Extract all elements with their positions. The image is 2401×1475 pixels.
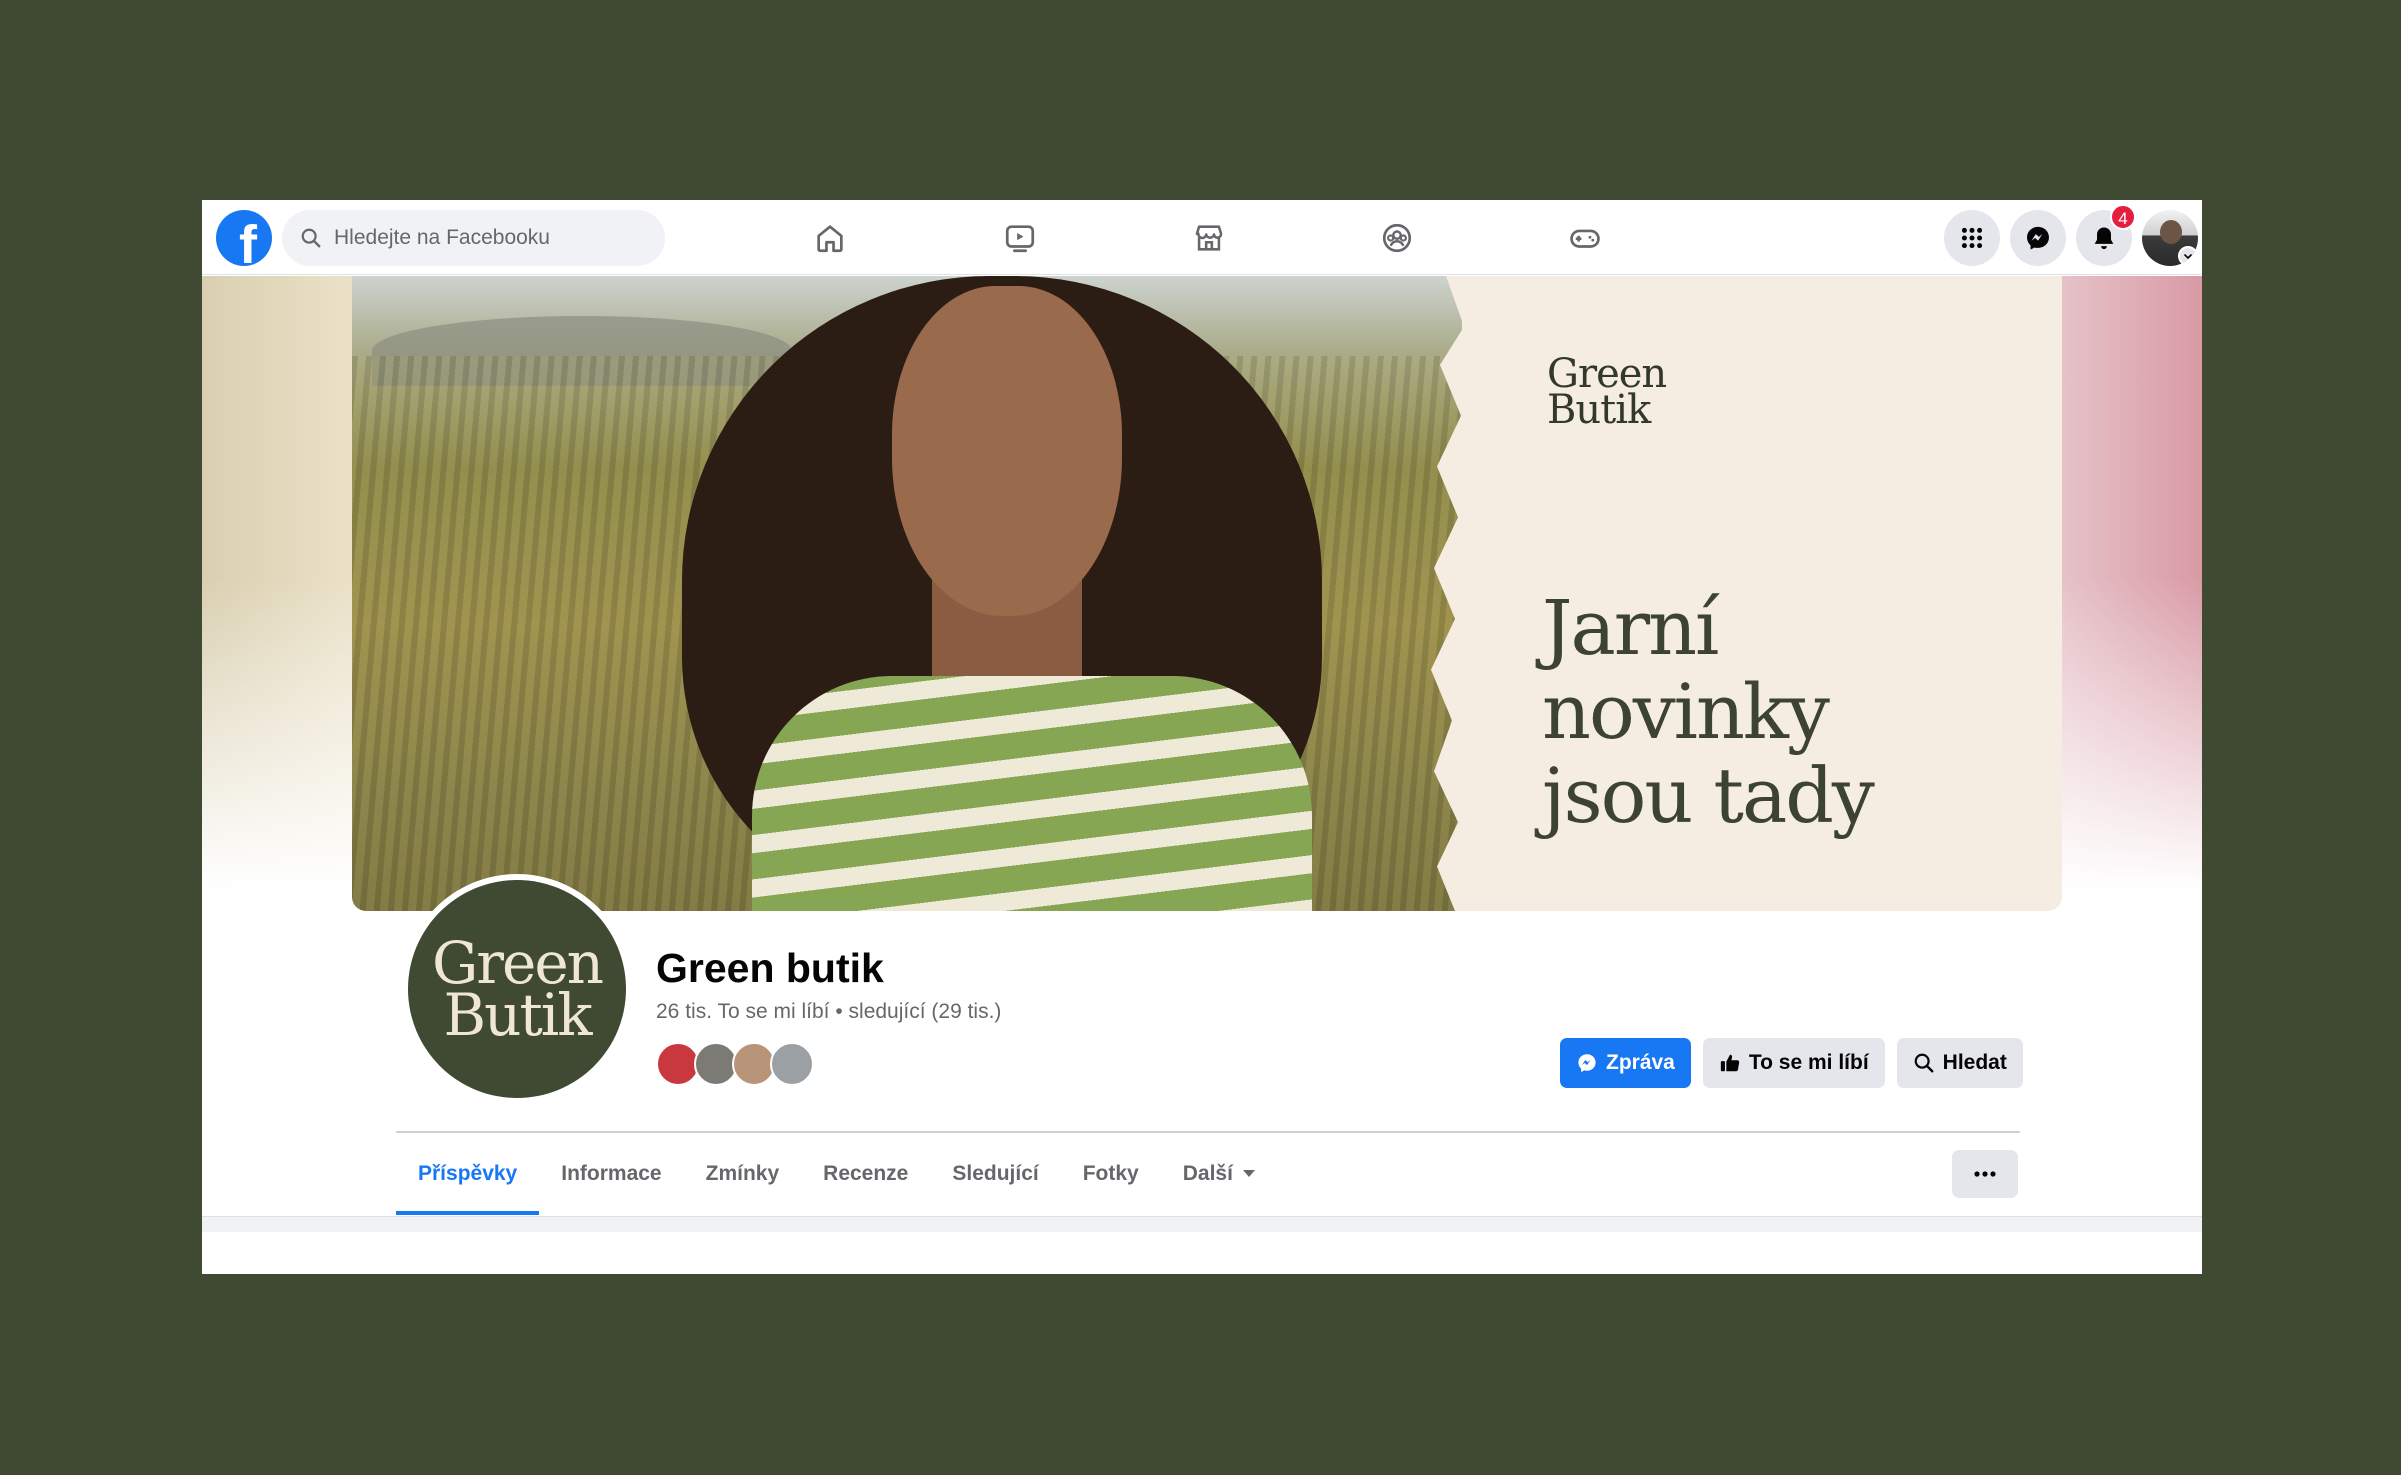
groups-icon[interactable] [1373, 216, 1421, 260]
marketplace-icon[interactable] [1185, 216, 1233, 260]
like-button-label: To se mi líbí [1748, 1051, 1869, 1074]
cover-photo[interactable]: Green Butik Jarní novinky jsou tady [352, 276, 2062, 911]
search-box[interactable] [282, 210, 665, 266]
message-button[interactable]: Zpráva [1560, 1038, 1691, 1088]
tab-photos[interactable]: Fotky [1061, 1133, 1161, 1215]
thumbs-up-icon [1720, 1054, 1740, 1072]
like-button[interactable]: To se mi líbí [1702, 1038, 1885, 1088]
profile-logo: Green Butik [408, 880, 626, 1098]
friend-avatar[interactable] [770, 1042, 814, 1086]
feed-background-strip [202, 1216, 2202, 1232]
page-actions: Zpráva To se mi líbí Hledat [1560, 1038, 2023, 1088]
woman-face [892, 286, 1122, 616]
ellipsis-icon [1974, 1171, 1996, 1177]
more-options-button[interactable] [1952, 1150, 2018, 1198]
message-button-label: Zpráva [1606, 1051, 1675, 1074]
tab-more-label: Další [1182, 1162, 1233, 1185]
friend-avatars[interactable] [656, 1042, 814, 1086]
search-page-button-label: Hledat [1942, 1051, 2007, 1074]
messenger-icon[interactable] [2010, 210, 2066, 266]
top-navigation-bar: f 4 [202, 200, 2202, 275]
cover-photo-image [352, 276, 1462, 911]
tab-posts[interactable]: Příspěvky [396, 1133, 540, 1215]
search-input[interactable] [334, 226, 634, 250]
facebook-logo-icon[interactable]: f [216, 210, 272, 266]
striped-shirt [752, 676, 1312, 911]
cover-headline: Jarní novinky jsou tady [1542, 583, 1875, 840]
messenger-icon [1578, 1054, 1596, 1073]
tab-mentions[interactable]: Zmínky [684, 1133, 802, 1215]
notification-badge: 4 [2110, 204, 2136, 230]
page-tabs: Příspěvky Informace Zmínky Recenze Sledu… [396, 1133, 1277, 1215]
caret-down-icon [1242, 1170, 1255, 1177]
page-stats[interactable]: 26 tis. To se mi líbí • sledující (29 ti… [656, 1000, 1001, 1024]
page-background: { "topbar": { "logo_letter": "f", "searc… [0, 0, 2401, 1475]
menu-grid-icon[interactable] [1944, 210, 2000, 266]
tab-more[interactable]: Další [1161, 1133, 1277, 1215]
cover-brand-logo: Green Butik [1547, 351, 1667, 433]
page-title: Green butik [656, 945, 884, 991]
gaming-icon[interactable] [1561, 216, 1609, 260]
watch-icon[interactable] [996, 216, 1044, 260]
tab-about[interactable]: Informace [539, 1133, 683, 1215]
browser-frame: f 4 [202, 200, 2202, 1274]
chevron-down-icon[interactable] [2178, 246, 2198, 266]
tab-followers[interactable]: Sledující [930, 1133, 1060, 1215]
tab-reviews[interactable]: Recenze [801, 1133, 930, 1215]
search-icon [301, 228, 321, 248]
account-avatar[interactable] [2142, 210, 2198, 266]
search-page-button[interactable]: Hledat [1896, 1038, 2023, 1088]
search-icon [1914, 1053, 1934, 1073]
profile-picture[interactable]: Green Butik [402, 874, 632, 1104]
notifications-bell-icon[interactable]: 4 [2076, 204, 2136, 266]
avatar-head-shape [2160, 220, 2182, 244]
home-icon[interactable] [806, 216, 854, 260]
